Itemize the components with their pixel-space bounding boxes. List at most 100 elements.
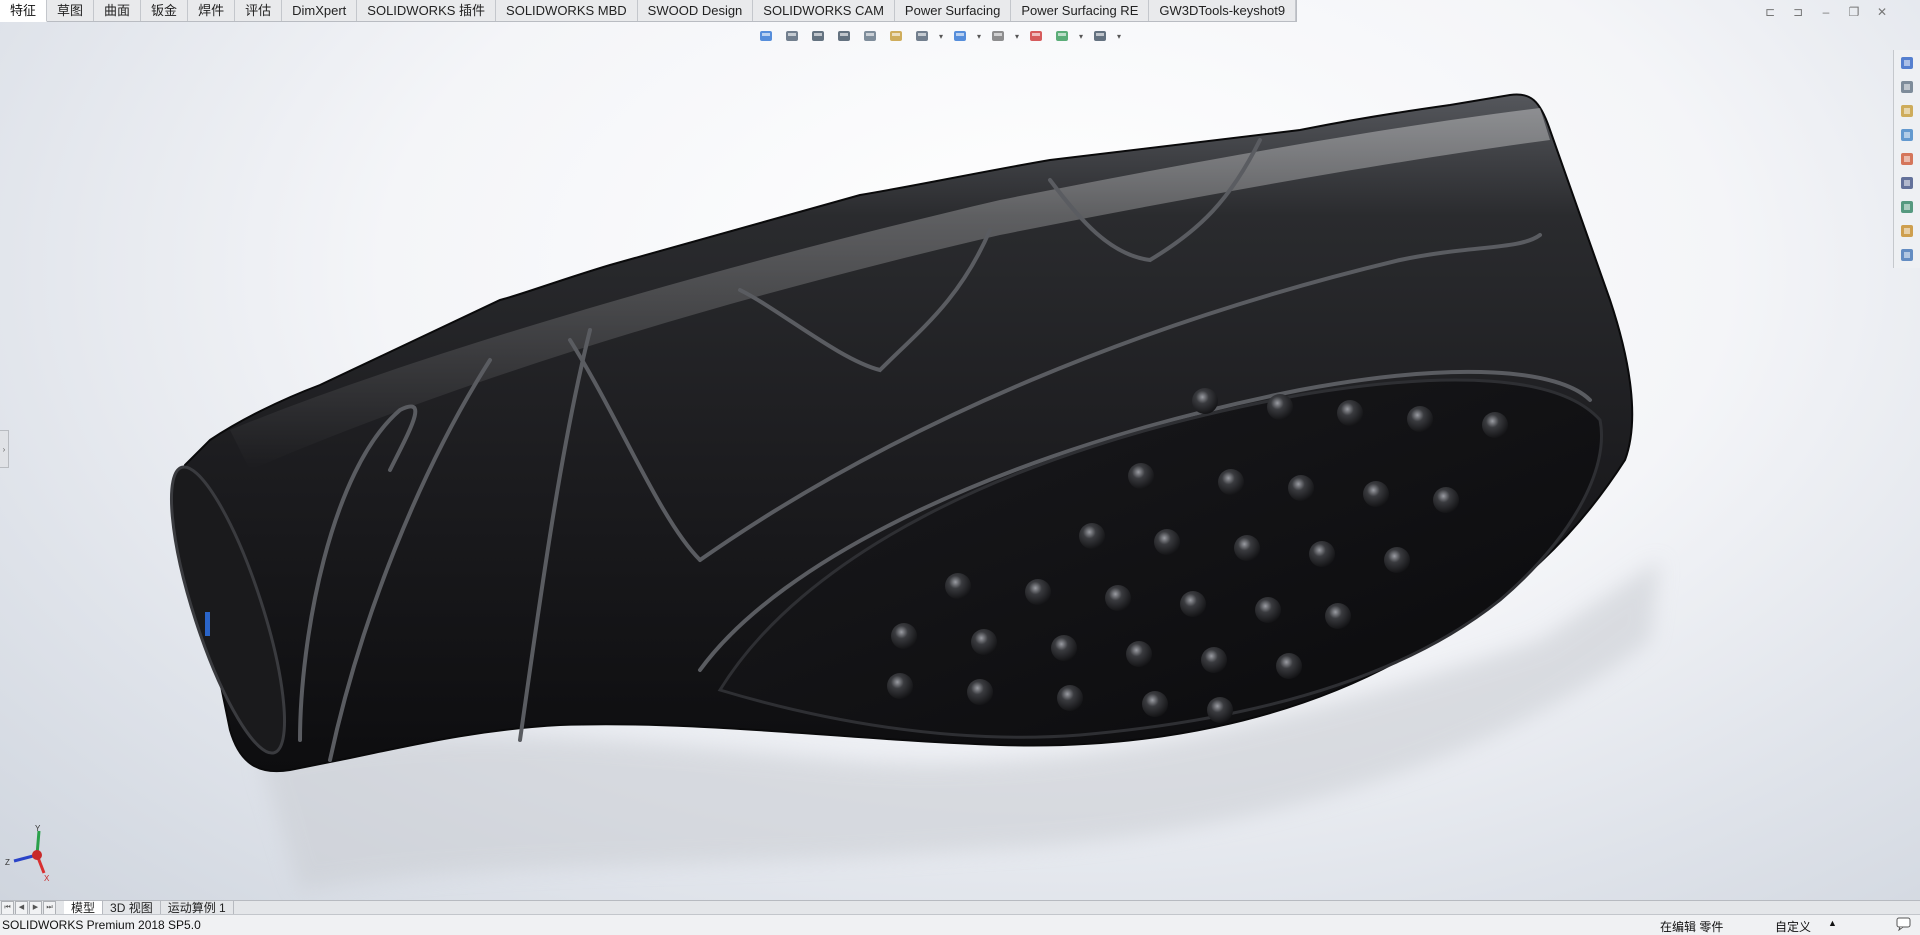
palm-bump	[1407, 406, 1433, 432]
model-tabs-bar: ⏮ ◀ ▶ ⏭ 模型 3D 视图 运动算例 1	[0, 900, 1920, 915]
command-tab[interactable]: 特征	[0, 0, 48, 22]
palm-bump	[1025, 579, 1051, 605]
triad-x-label: X	[44, 874, 50, 881]
palm-bump	[1433, 487, 1459, 513]
command-tab[interactable]: 焊件	[188, 0, 236, 21]
zoom-to-area-icon[interactable]	[833, 25, 855, 47]
view-orientation-icon[interactable]	[755, 25, 777, 47]
palm-bump	[1079, 523, 1105, 549]
command-tab[interactable]: 草图	[47, 0, 95, 21]
edit-appearance-icon[interactable]	[1025, 25, 1047, 47]
view-display-icon[interactable]	[1089, 25, 1111, 47]
command-tab[interactable]: 钣金	[141, 0, 189, 21]
restore-icon[interactable]: ❐	[1846, 4, 1862, 20]
palm-bump	[1234, 535, 1260, 561]
chevron-down-icon[interactable]: ▾	[1013, 25, 1021, 47]
chevron-down-icon[interactable]: ▾	[975, 25, 983, 47]
command-tab[interactable]: 评估	[235, 0, 283, 21]
heads-up-view-toolbar: ▾ ▾ ▾ ▾ ▾	[755, 25, 1123, 47]
speech-bubble-icon[interactable]	[1896, 917, 1912, 934]
command-tab[interactable]: GW3DTools-keyshot9	[1149, 0, 1297, 21]
command-tab[interactable]: SWOOD Design	[638, 0, 754, 21]
triad-origin	[32, 850, 42, 860]
zoom-to-fit-icon[interactable]	[807, 25, 829, 47]
unit-system-caret[interactable]: ▲	[1828, 918, 1837, 928]
task-pane	[1893, 50, 1920, 268]
palm-bump	[1337, 400, 1363, 426]
next-tab-button[interactable]: ▶	[29, 901, 42, 915]
palm-bump	[887, 673, 913, 699]
command-tab[interactable]: SOLIDWORKS MBD	[496, 0, 638, 21]
unit-system[interactable]: 自定义	[1775, 918, 1811, 935]
palm-bump	[945, 573, 971, 599]
palm-bump	[967, 679, 993, 705]
tile-right-icon[interactable]: ⊐	[1790, 4, 1806, 20]
prev-tab-button[interactable]: ◀	[15, 901, 28, 915]
graphics-area[interactable]: 特征 草图 曲面 钣金 焊件 评估 DimXpert SOLIDWORKS 插件 SOLIDWO…	[0, 0, 1920, 900]
section-view-icon[interactable]	[859, 25, 881, 47]
feature-manager-flyout-handle[interactable]: ›	[0, 430, 9, 468]
chat-icon[interactable]	[1896, 244, 1918, 266]
solidworks-forum-icon[interactable]	[1896, 196, 1918, 218]
minimize-icon[interactable]: ‒	[1818, 4, 1834, 20]
palm-bump	[1180, 591, 1206, 617]
palm-bump	[1218, 469, 1244, 495]
command-tab[interactable]: DimXpert	[282, 0, 358, 21]
document-window-controls: ⊏ ⊐ ‒ ❐ ✕	[1762, 4, 1890, 20]
command-tab[interactable]: SOLIDWORKS 插件	[357, 0, 497, 21]
view-palette-icon[interactable]	[1896, 124, 1918, 146]
design-library-icon[interactable]	[1896, 76, 1918, 98]
palm-bump	[1384, 547, 1410, 573]
search-icon[interactable]	[1896, 220, 1918, 242]
close-icon[interactable]: ✕	[1874, 4, 1890, 20]
palm-bump	[1142, 691, 1168, 717]
chevron-down-icon[interactable]: ▾	[937, 25, 945, 47]
command-tab[interactable]: 曲面	[94, 0, 142, 21]
product-version: SOLIDWORKS Premium 2018 SP5.0	[2, 918, 201, 932]
file-explorer-icon[interactable]	[1896, 100, 1918, 122]
last-tab-button[interactable]: ⏭	[43, 901, 56, 915]
palm-bump	[1325, 603, 1351, 629]
apply-scene-icon[interactable]	[1051, 25, 1073, 47]
palm-bump	[1267, 394, 1293, 420]
palm-bump	[1128, 463, 1154, 489]
model-tab-list: 模型 3D 视图 运动算例 1	[64, 901, 234, 915]
view-settings-icon[interactable]	[911, 25, 933, 47]
part-model[interactable]	[0, 0, 1920, 900]
appearances-scenes-icon[interactable]	[1896, 148, 1918, 170]
triad-y-label: Y	[35, 825, 41, 833]
palm-bump	[1192, 388, 1218, 414]
command-manager-tabs: 特征 草图 曲面 钣金 焊件 评估 DimXpert SOLIDWORKS 插件 SOLIDWO…	[0, 0, 1298, 22]
palm-bump	[1126, 641, 1152, 667]
previous-view-icon[interactable]	[781, 25, 803, 47]
palm-bump	[1309, 541, 1335, 567]
model-tab[interactable]: 模型	[64, 901, 104, 915]
model-tab[interactable]: 运动算例 1	[161, 901, 234, 915]
palm-bump	[891, 623, 917, 649]
first-tab-button[interactable]: ⏮	[1, 901, 14, 915]
palm-bump	[1207, 697, 1233, 723]
palm-bump	[1255, 597, 1281, 623]
display-style-icon[interactable]	[949, 25, 971, 47]
model-tab[interactable]: 3D 视图	[103, 901, 161, 915]
chevron-down-icon[interactable]: ▾	[1115, 25, 1123, 47]
palm-bump	[1051, 635, 1077, 661]
palm-bump	[1057, 685, 1083, 711]
palm-bump	[1288, 475, 1314, 501]
reference-triad: Z Y X	[5, 825, 50, 881]
dynamic-annotation-icon[interactable]	[885, 25, 907, 47]
custom-properties-icon[interactable]	[1896, 172, 1918, 194]
chevron-down-icon[interactable]: ▾	[1077, 25, 1085, 47]
command-tab[interactable]: Power Surfacing	[895, 0, 1012, 21]
hide-show-items-icon[interactable]	[987, 25, 1009, 47]
tile-left-icon[interactable]: ⊏	[1762, 4, 1778, 20]
palm-bump	[1105, 585, 1131, 611]
solidworks-resources-icon[interactable]	[1896, 52, 1918, 74]
palm-bump	[1482, 412, 1508, 438]
selection-edge-marker	[205, 612, 210, 636]
command-tab[interactable]: SOLIDWORKS CAM	[753, 0, 895, 21]
editing-mode: 在编辑 零件	[1660, 920, 1724, 934]
command-tab[interactable]: Power Surfacing RE	[1011, 0, 1150, 21]
status-bar: SOLIDWORKS Premium 2018 SP5.0 在编辑 零件 自定义…	[0, 914, 1920, 935]
palm-bump	[1201, 647, 1227, 673]
